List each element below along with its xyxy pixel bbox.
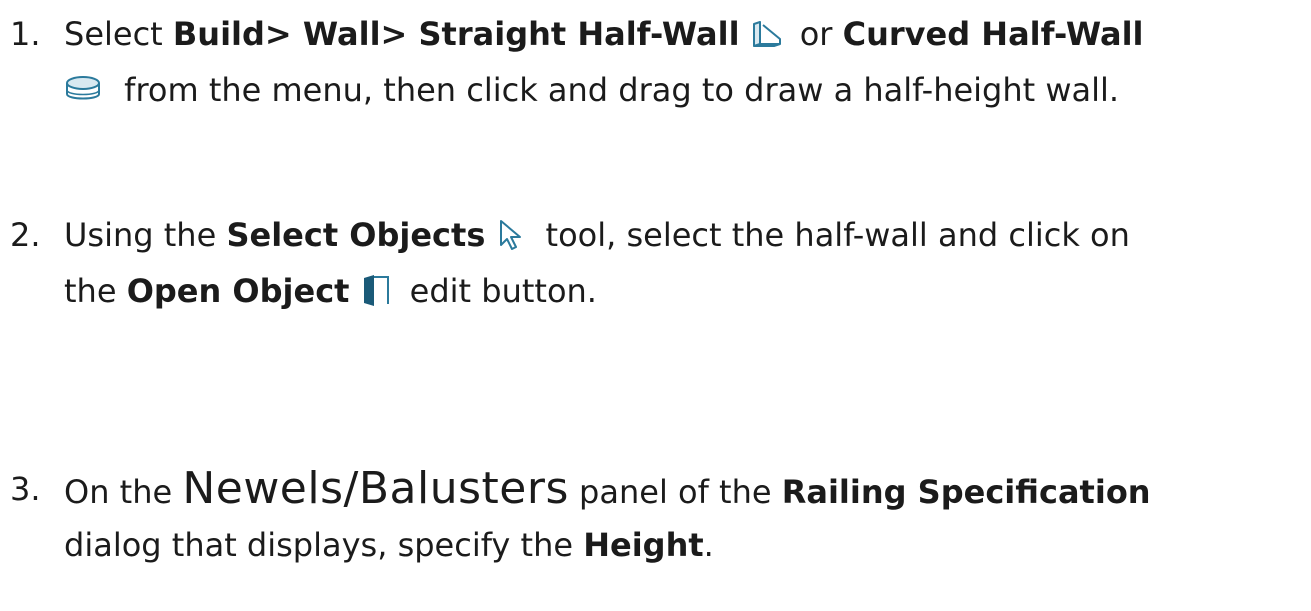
instruction-steps: 1. Select Build> Wall> Straight Half-Wal…: [0, 0, 1311, 611]
step-text: Using the: [64, 216, 227, 254]
step-1-text-continued: from the menu, then click and drag to dr…: [64, 62, 1119, 118]
step-3-line-2: dialog that displays, specify the Height…: [0, 517, 1311, 573]
curved-half-wall-icon: [64, 74, 102, 106]
step-3-line-1: 3. On the Newels/Balusters panel of the …: [0, 461, 1311, 517]
step-text: from the menu, then click and drag to dr…: [114, 71, 1120, 109]
curved-half-wall-label: Curved Half-Wall: [842, 15, 1144, 53]
newels-balusters-panel-name: Newels/Balusters: [182, 463, 569, 514]
step-3-text: On the Newels/Balusters panel of the Rai…: [64, 461, 1151, 520]
step-2: 2. Using the Select Objects tool, select…: [0, 207, 1311, 319]
step-number: 3.: [10, 470, 41, 508]
step-text: the: [64, 272, 127, 310]
step-3-text-continued: dialog that displays, specify the Height…: [64, 517, 714, 573]
step-number: 1.: [10, 15, 41, 53]
select-objects-icon: [497, 218, 527, 252]
step-1: 1. Select Build> Wall> Straight Half-Wal…: [0, 6, 1311, 118]
step-text: edit button.: [399, 272, 597, 310]
railing-specification-label: Railing Specification: [781, 473, 1151, 511]
step-text: Select: [64, 15, 173, 53]
step-1-text: Select Build> Wall> Straight Half-Wall o…: [64, 6, 1144, 62]
step-text: On the: [64, 473, 183, 511]
open-object-icon: [361, 273, 391, 307]
select-objects-label: Select Objects: [226, 216, 486, 254]
step-3: 3. On the Newels/Balusters panel of the …: [0, 461, 1311, 573]
step-2-text: Using the Select Objects tool, select th…: [64, 207, 1130, 263]
height-label: Height: [583, 526, 704, 564]
step-text: or: [789, 15, 843, 53]
menu-path: Build> Wall> Straight Half-Wall: [172, 15, 740, 53]
straight-half-wall-icon: [750, 19, 784, 49]
step-2-text-continued: the Open Object edit button.: [64, 263, 597, 319]
step-text: .: [703, 526, 714, 564]
step-text: tool, select the half-wall and click on: [535, 216, 1130, 254]
step-1-line-1: 1. Select Build> Wall> Straight Half-Wal…: [0, 6, 1311, 62]
step-text: panel of the: [568, 473, 782, 511]
step-text: dialog that displays, specify the: [64, 526, 584, 564]
step-number: 2.: [10, 216, 41, 254]
step-2-line-2: the Open Object edit button.: [0, 263, 1311, 319]
open-object-label: Open Object: [126, 272, 350, 310]
step-2-line-1: 2. Using the Select Objects tool, select…: [0, 207, 1311, 263]
step-1-line-2: from the menu, then click and drag to dr…: [0, 62, 1311, 118]
